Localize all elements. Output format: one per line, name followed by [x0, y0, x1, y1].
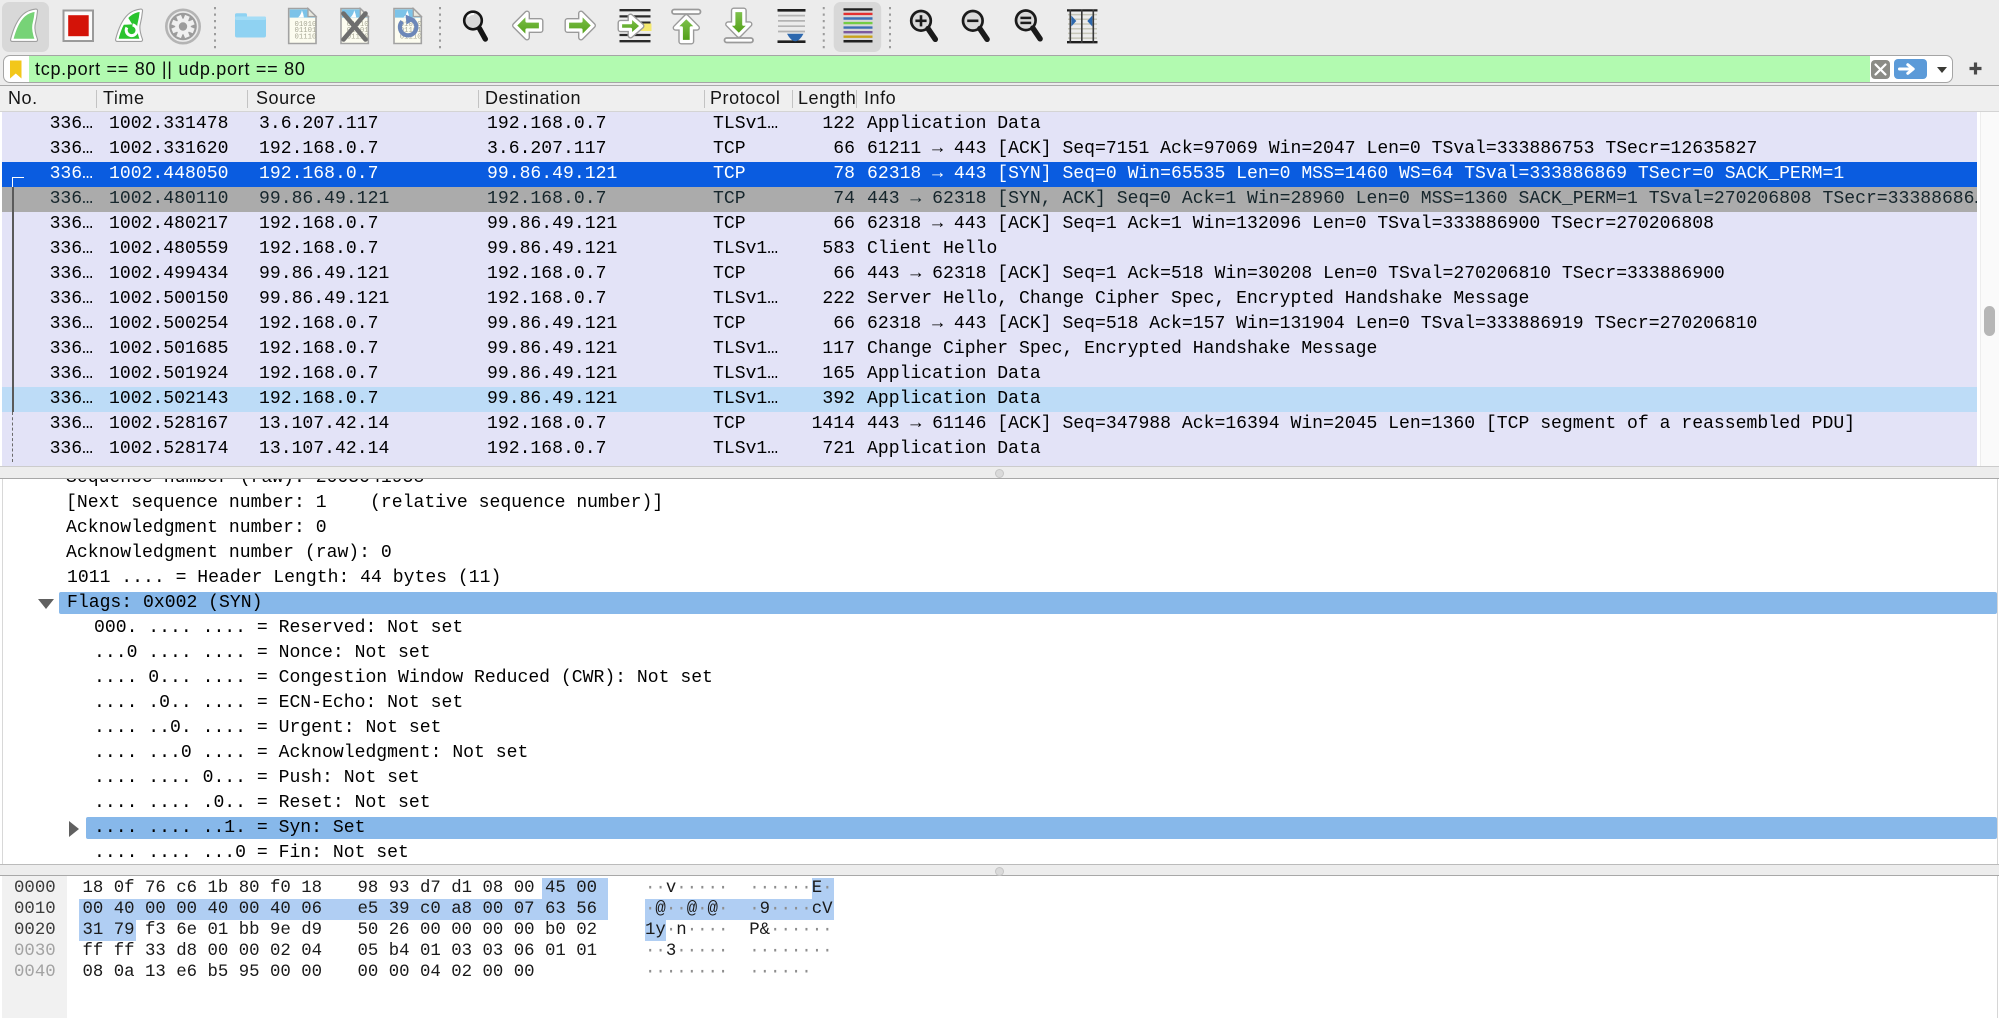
svg-text:01110: 01110: [295, 34, 317, 42]
